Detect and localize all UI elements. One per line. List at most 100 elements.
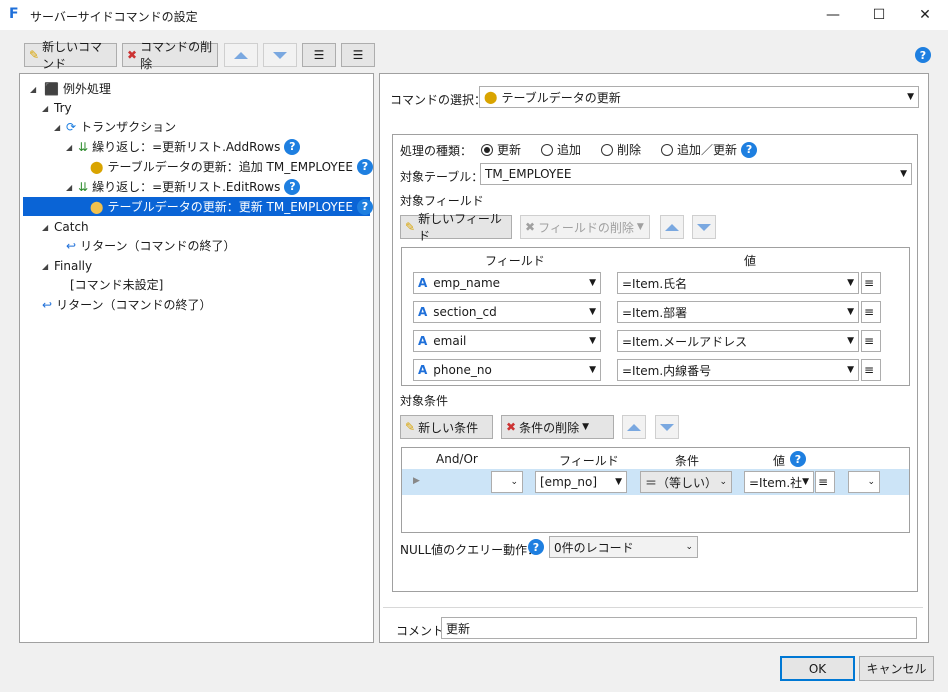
formula-button[interactable]: ≡ [861, 272, 881, 294]
tree-node-try[interactable]: Try [54, 98, 72, 117]
value-select[interactable]: =Item.部署 ▼ [617, 301, 859, 323]
target-table-select[interactable]: TM_EMPLOYEE ▼ [480, 163, 912, 185]
collapse-icon[interactable]: ◢ [54, 123, 60, 132]
formula-button[interactable]: ≡ [815, 471, 835, 493]
new-field-button[interactable]: ✎ 新しいフィールド [400, 212, 512, 243]
indent-button[interactable]: ☰ [302, 43, 336, 67]
maximize-button[interactable]: ☐ [856, 0, 902, 30]
command-tree[interactable]: ◢ ⬛ 例外処理 ◢ Try ◢ ⟳ トランザクション ◢ ⇊ 繰り返し：=更新リスト… [19, 73, 374, 643]
radio-add[interactable]: 追加 [541, 141, 581, 158]
radio-circle [541, 143, 553, 156]
tree-node-finally[interactable]: Finally [54, 256, 92, 275]
formula-button[interactable]: ≡ [861, 301, 881, 323]
formula-icon: ≡ [818, 475, 829, 489]
collapse-icon[interactable]: ◢ [66, 143, 72, 152]
target-table-label: 対象テーブル： [400, 170, 484, 184]
tree-node-update-upd[interactable]: ⬤ テーブルデータの更新：更新 TM_EMPLOYEE? [23, 197, 373, 216]
new-icon: ✎ [29, 48, 40, 62]
field-select[interactable]: Aemp_name ▼ [413, 272, 601, 294]
tree-node-update-add[interactable]: ⬤ テーブルデータの更新：追加 TM_EMPLOYEE? [90, 157, 373, 176]
collapse-icon[interactable]: ◢ [42, 223, 48, 232]
field-down-button[interactable] [692, 215, 716, 239]
help-icon[interactable]: ? [356, 198, 373, 215]
condition-down-button[interactable] [655, 415, 679, 439]
help-icon[interactable]: ? [528, 539, 544, 555]
andor-select[interactable]: ⌄ [491, 471, 523, 493]
field-select[interactable]: Asection_cd ▼ [413, 301, 601, 323]
tree-node-exception[interactable]: ⬛ 例外処理 [44, 79, 111, 98]
indent-icon: ☰ [313, 48, 325, 62]
text-type-icon: A [418, 276, 428, 290]
title-bar: F サーバーサイドコマンドの設定 — ☐ ✕ [0, 0, 948, 30]
help-icon[interactable]: ? [741, 141, 758, 158]
help-icon[interactable]: ? [284, 138, 301, 155]
arrow-up-icon [234, 51, 248, 59]
loop-icon: ⇊ [78, 139, 89, 154]
radio-circle [481, 143, 493, 156]
radio-add-update[interactable]: 追加／更新? [661, 141, 758, 158]
collapse-icon[interactable]: ◢ [42, 104, 48, 113]
field-up-button[interactable] [660, 215, 684, 239]
command-select[interactable]: ⬤ テーブルデータの更新 ▼ [479, 86, 919, 108]
dropdown-arrow-icon: ▼ [900, 169, 907, 179]
tree-node-return[interactable]: ↩ リターン（コマンドの終了） [42, 295, 211, 314]
delete-icon: ✖ [525, 220, 536, 234]
cond-value-select[interactable]: =Item.社 ▼ [744, 471, 814, 493]
fields-label: 対象フィールド [400, 194, 484, 208]
help-icon[interactable]: ? [356, 158, 373, 175]
command-label: コマンドの選択： [390, 93, 487, 107]
comment-input[interactable]: 更新 [441, 617, 917, 639]
process-label: 処理の種類： [400, 144, 473, 158]
cancel-button[interactable]: キャンセル [859, 656, 934, 681]
help-icon[interactable]: ? [284, 178, 301, 195]
cond-field-select[interactable]: [emp_no] ▼ [535, 471, 627, 493]
null-query-select[interactable]: 0件のレコード ⌄ [549, 536, 698, 558]
delete-command-button[interactable]: ✖ コマンドの削除 [122, 40, 218, 71]
formula-button[interactable]: ≡ [861, 330, 881, 352]
new-command-button[interactable]: ✎ 新しいコマンド [24, 40, 117, 71]
help-icon[interactable]: ? [915, 47, 931, 63]
radio-circle [601, 143, 613, 156]
minimize-button[interactable]: — [810, 0, 856, 30]
cond-col-value: 値 [773, 454, 786, 468]
tree-node-loop-add[interactable]: ⇊ 繰り返し：=更新リスト.AddRows? [78, 137, 301, 156]
collapse-icon[interactable]: ◢ [30, 85, 36, 94]
delete-icon: ✖ [127, 48, 138, 62]
tree-node-loop-edit[interactable]: ⇊ 繰り返し：=更新リスト.EditRows? [78, 177, 301, 196]
value-select[interactable]: =Item.氏名 ▼ [617, 272, 859, 294]
tree-node-transaction[interactable]: ⟳ トランザクション [66, 117, 176, 136]
value-select[interactable]: =Item.メールアドレス ▼ [617, 330, 859, 352]
row-pointer-icon: ▶ [413, 476, 420, 486]
update-icon: ⬤ [90, 199, 104, 214]
tree-node-unset[interactable]: [コマンド未設定] [70, 275, 163, 294]
arrow-down-icon [273, 51, 287, 59]
radio-delete[interactable]: 削除 [601, 141, 641, 158]
help-icon[interactable]: ? [790, 451, 806, 467]
radio-update[interactable]: 更新 [481, 141, 521, 158]
collapse-icon[interactable]: ◢ [66, 183, 72, 192]
dropdown-arrow-icon: ▼ [636, 222, 644, 232]
arrow-down-icon [697, 223, 711, 231]
value-select[interactable]: =Item.内線番号 ▼ [617, 359, 859, 381]
tree-node-catch[interactable]: Catch [54, 217, 89, 236]
cond-op-select[interactable]: ＝（等しい） ⌄ [640, 471, 732, 493]
outdent-button[interactable]: ☰ [341, 43, 375, 67]
paren-select[interactable]: ⌄ [848, 471, 880, 493]
delete-condition-button[interactable]: ✖ 条件の削除 ▼ [501, 415, 614, 439]
return-icon: ↩ [66, 238, 77, 253]
field-select[interactable]: Aphone_no ▼ [413, 359, 601, 381]
condition-up-button[interactable] [622, 415, 646, 439]
collapse-icon[interactable]: ◢ [42, 262, 48, 271]
window-title: サーバーサイドコマンドの設定 [30, 10, 198, 24]
close-button[interactable]: ✕ [902, 0, 948, 30]
field-select[interactable]: Aemail ▼ [413, 330, 601, 352]
conditions-label: 対象条件 [400, 394, 449, 408]
move-up-button[interactable] [224, 43, 258, 67]
fields-col-field: フィールド [485, 254, 545, 268]
ok-button[interactable]: OK [780, 656, 855, 681]
delete-field-button[interactable]: ✖ フィールドの削除 ▼ [520, 215, 650, 239]
new-condition-button[interactable]: ✎ 新しい条件 [400, 415, 493, 439]
move-down-button[interactable] [263, 43, 297, 67]
formula-button[interactable]: ≡ [861, 359, 881, 381]
tree-node-return-catch[interactable]: ↩ リターン（コマンドの終了） [66, 236, 235, 255]
